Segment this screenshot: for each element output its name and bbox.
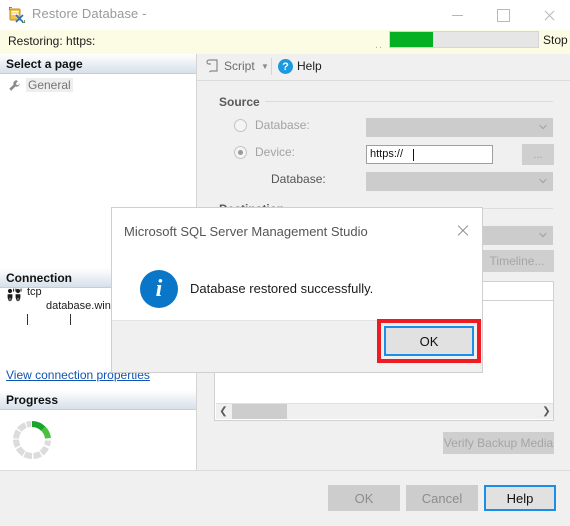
- restoring-ellipsis: ..: [375, 39, 384, 51]
- source-device-radio-label: Device:: [255, 145, 296, 159]
- source-device-database-label: Database:: [271, 172, 326, 186]
- info-glyph: i: [155, 275, 163, 302]
- dialog-close-icon[interactable]: [456, 224, 470, 238]
- minimize-button[interactable]: [434, 0, 480, 30]
- source-device-value: https://: [370, 148, 404, 160]
- dialog-message: Database restored successfully.: [190, 281, 374, 296]
- chevron-down-icon: [539, 232, 547, 238]
- restore-database-window: Restore Database - Restoring: https: .. …: [0, 0, 570, 526]
- source-group-label: Source: [219, 95, 260, 109]
- source-database-radio-label: Database:: [255, 118, 310, 132]
- select-a-page-label: Select a page: [6, 57, 83, 71]
- help-circle-icon[interactable]: ?: [278, 59, 293, 74]
- stop-button[interactable]: Stop: [543, 33, 568, 47]
- info-icon: i: [140, 270, 178, 308]
- progress-header: Progress: [0, 390, 196, 410]
- ok-button[interactable]: OK: [328, 485, 400, 511]
- message-dialog: Microsoft SQL Server Management Studio i…: [112, 208, 482, 372]
- sidebar-item-general[interactable]: General: [8, 78, 73, 92]
- source-database-radio[interactable]: [234, 119, 247, 132]
- chevron-down-icon: [539, 178, 547, 184]
- connection-protocol: tcp: [27, 286, 42, 298]
- cancel-button[interactable]: Cancel: [406, 485, 478, 511]
- minimize-icon: [434, 0, 480, 30]
- close-button[interactable]: [526, 0, 570, 30]
- wrench-icon: [8, 79, 21, 92]
- spinner-icon: [12, 420, 52, 460]
- verify-backup-media-button[interactable]: Verify Backup Media: [443, 432, 554, 454]
- connection-tick-2: [70, 314, 71, 325]
- toolbar-divider: [271, 58, 272, 75]
- chevron-down-icon: [539, 124, 547, 130]
- title-bar: Restore Database -: [0, 0, 570, 30]
- maximize-button[interactable]: [480, 0, 526, 30]
- grid-horizontal-scrollbar[interactable]: ❮ ❯: [216, 403, 553, 419]
- dialog-ok-button[interactable]: OK: [384, 326, 474, 356]
- text-caret: [413, 149, 414, 161]
- restoring-label: Restoring: https:: [8, 34, 96, 48]
- restore-progress-bar: [389, 31, 539, 48]
- source-database-combo[interactable]: [366, 118, 553, 137]
- script-button-label[interactable]: Script: [224, 59, 255, 73]
- connection-host: database.wind: [46, 300, 117, 312]
- page-toolbar: Script ▼ ? Help: [197, 54, 570, 81]
- sidebar-item-general-label: General: [26, 78, 73, 92]
- connection-icon: [6, 288, 23, 302]
- progress-label: Progress: [6, 393, 59, 407]
- timeline-button[interactable]: Timeline...: [480, 250, 554, 272]
- restore-database-icon: [8, 6, 26, 24]
- chevron-left-icon[interactable]: ❮: [216, 404, 231, 419]
- scrollbar-thumb[interactable]: [232, 404, 287, 419]
- close-icon: [526, 0, 570, 30]
- toolbar-help-label[interactable]: Help: [297, 59, 322, 73]
- source-group-rule: [265, 101, 553, 102]
- dialog-title: Microsoft SQL Server Management Studio: [124, 224, 368, 239]
- window-title: Restore Database -: [32, 6, 147, 21]
- source-device-radio[interactable]: [234, 146, 247, 159]
- connection-tick-1: [27, 314, 28, 325]
- source-device-database-combo[interactable]: [366, 172, 553, 191]
- chevron-down-icon[interactable]: ▼: [261, 62, 269, 71]
- script-icon: [206, 59, 220, 74]
- maximize-icon: [480, 0, 526, 30]
- connection-label: Connection: [6, 271, 72, 285]
- select-a-page-header: Select a page: [0, 54, 196, 74]
- help-button[interactable]: Help: [484, 485, 556, 511]
- chevron-right-icon[interactable]: ❯: [539, 404, 553, 419]
- restore-progress-fill: [390, 32, 433, 47]
- source-device-input[interactable]: https://: [366, 145, 493, 164]
- source-device-browse-button[interactable]: ...: [522, 144, 554, 165]
